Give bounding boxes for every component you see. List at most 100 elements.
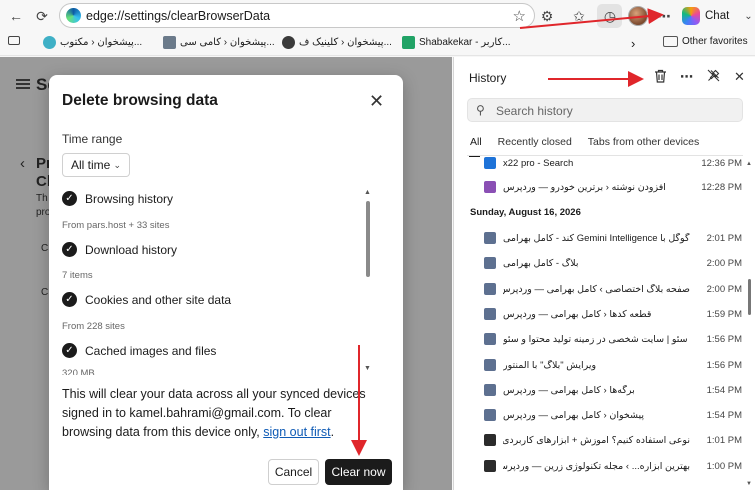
sign-out-link[interactable]: sign out first — [263, 425, 330, 439]
address-url[interactable]: edge://settings/clearBrowserData — [86, 9, 270, 23]
history-date-header: Sunday, August 16, 2026 — [470, 207, 581, 218]
sync-info-text: This will clear your data across all you… — [62, 385, 372, 442]
history-item-time: 2:00 PM — [706, 257, 742, 269]
history-clock-icon[interactable]: ◷ — [600, 6, 620, 26]
history-item[interactable]: x22 pro - Search 12:36 PM — [484, 155, 742, 171]
favorite-star-icon[interactable]: ☆ — [513, 7, 526, 25]
time-range-select[interactable]: All time ⌄ — [62, 153, 130, 177]
history-search-input[interactable]: ⚲ Search history — [467, 98, 743, 122]
tab-recently-closed[interactable]: Recently closed — [498, 136, 572, 148]
more-options-icon[interactable]: ⋯ — [680, 69, 693, 85]
favorite-item[interactable]: Shabakekar - کاربر... — [402, 36, 511, 49]
options-scrollbar[interactable]: ▲ ▼ — [364, 187, 372, 375]
favorites-bar-add-icon[interactable] — [8, 36, 20, 45]
delete-browsing-data-dialog: Delete browsing data ✕ Time range All ti… — [49, 75, 403, 490]
history-title: History — [469, 71, 507, 85]
scroll-up-arrow-icon[interactable]: ▲ — [364, 189, 371, 196]
history-item[interactable]: پیشخوان ‹ کامل بهرامی — وردپرس 1:54 PM — [484, 407, 742, 423]
extensions-icon[interactable]: ⚙ — [537, 6, 557, 26]
option-detail: From 228 sites — [62, 321, 125, 332]
checkbox-checked-icon[interactable]: ✓ — [62, 292, 77, 307]
option-detail: 320 MB — [62, 368, 95, 375]
close-icon[interactable]: ✕ — [369, 92, 384, 110]
address-bar[interactable]: edge://settings/clearBrowserData ☆ — [59, 3, 535, 28]
history-item-time: 1:59 PM — [706, 308, 742, 320]
scrollbar-thumb[interactable] — [366, 201, 370, 277]
more-menu-icon[interactable]: ⋯ — [654, 6, 674, 26]
scroll-up-arrow-icon[interactable]: ▲ — [746, 161, 752, 167]
option-detail: From pars.host + 33 sites — [62, 220, 170, 231]
option-label: Download history — [85, 242, 178, 257]
history-item[interactable]: نوعی استفاده کنیم؟ آموزش + ابزارهای کارب… — [484, 432, 742, 448]
scroll-down-arrow-icon[interactable]: ▼ — [364, 365, 371, 372]
refresh-icon[interactable]: ⟳ — [32, 6, 52, 26]
folder-icon — [663, 36, 678, 47]
history-item-time: 2:01 PM — [706, 232, 742, 244]
option-browsing-history[interactable]: ✓ Browsing history — [62, 191, 173, 206]
history-item-title: x22 pro - Search — [503, 157, 574, 169]
history-item[interactable]: بلاگ - کامل بهرامی 2:00 PM — [484, 255, 742, 271]
section-text: Th — [36, 193, 48, 204]
history-item[interactable]: گوگل با Gemini Intelligence کند - کامل ب… — [484, 230, 742, 246]
history-item[interactable]: بهترین ابزاره... › مجله تکنولوژی زرین — … — [484, 458, 742, 474]
search-placeholder: Search history — [496, 104, 573, 118]
history-item[interactable]: برگه‌ها ‹ کامل بهرامی — وردپرس 1:54 PM — [484, 382, 742, 398]
clear-now-button[interactable]: Clear now — [325, 459, 392, 485]
history-item[interactable]: سئو | سایت شخصی در زمینه تولید محتوا و س… — [484, 331, 742, 347]
checkbox-checked-icon[interactable]: ✓ — [62, 343, 77, 358]
history-item-time: 1:00 PM — [706, 460, 742, 472]
chevron-down-icon[interactable]: ⌄ — [744, 11, 752, 22]
unpin-icon[interactable] — [707, 69, 720, 85]
back-arrow-icon[interactable]: ← — [6, 6, 26, 26]
favorite-item[interactable]: پیشخوان ‹ کلینیک ف... — [282, 36, 392, 49]
site-favicon-icon — [43, 36, 56, 49]
setting-row: C — [41, 243, 49, 254]
option-label: Browsing history — [85, 191, 174, 206]
history-scrollbar[interactable]: ▲ ▼ — [746, 161, 753, 490]
history-item-title: صفحه بلاگ اختصاصی › کامل بهرامی — وردپرس — [503, 283, 690, 295]
profile-avatar[interactable] — [628, 6, 648, 26]
site-favicon-icon — [484, 359, 496, 371]
site-favicon-icon — [484, 283, 496, 295]
history-item[interactable]: صفحه بلاگ اختصاصی › کامل بهرامی — وردپرس… — [484, 281, 742, 297]
site-favicon-icon — [484, 409, 496, 421]
site-favicon-icon — [484, 384, 496, 396]
checkbox-checked-icon[interactable]: ✓ — [62, 242, 77, 257]
option-download-history[interactable]: ✓ Download history — [62, 242, 177, 257]
cancel-button[interactable]: Cancel — [268, 459, 319, 485]
site-favicon-icon — [484, 460, 496, 472]
history-item-title: ویرایش "بلاگ" با المنتور — [503, 359, 597, 371]
browser-toolbar: ← ⟳ edge://settings/clearBrowserData ☆ ⚙… — [0, 0, 755, 32]
close-icon[interactable]: ✕ — [734, 69, 745, 85]
favorite-item[interactable]: پیشخوان ‹ کامی سی... — [163, 36, 275, 49]
scroll-down-arrow-icon[interactable]: ▼ — [746, 481, 752, 487]
other-favorites[interactable]: Other favorites — [663, 36, 748, 47]
history-item[interactable]: افزودن نوشته ‹ برترین خودرو — وردپرس 12:2… — [484, 179, 742, 195]
back-chevron-icon[interactable]: ‹ — [20, 155, 25, 172]
history-item-time: 1:54 PM — [706, 409, 742, 421]
hamburger-menu-icon[interactable] — [16, 79, 30, 89]
checkbox-checked-icon[interactable]: ✓ — [62, 191, 77, 206]
favorite-label: پیشخوان ‹ مکتوب... — [60, 37, 143, 48]
favorites-icon[interactable]: ✩ — [569, 6, 589, 26]
option-cached-images[interactable]: ✓ Cached images and files — [62, 343, 216, 358]
history-item-time: 12:28 PM — [701, 181, 742, 193]
history-item-time: 12:36 PM — [701, 157, 742, 169]
history-item-title: برگه‌ها ‹ کامل بهرامی — وردپرس — [503, 384, 635, 396]
chevron-right-icon[interactable]: › — [631, 36, 635, 51]
history-item[interactable]: قطعه کدها ‹ کامل بهرامی — وردپرس 1:59 PM — [484, 306, 742, 322]
option-cookies[interactable]: ✓ Cookies and other site data — [62, 292, 231, 307]
option-label: Cached images and files — [85, 343, 217, 358]
favorite-label: پیشخوان ‹ کلینیک ف... — [299, 37, 392, 48]
delete-trash-icon[interactable] — [654, 69, 667, 86]
tab-all[interactable]: All — [469, 136, 482, 157]
tab-other-devices[interactable]: Tabs from other devices — [588, 136, 699, 148]
copilot-chat-button[interactable]: Chat ⌄ — [682, 5, 753, 27]
history-item[interactable]: ویرایش "بلاگ" با المنتور 1:56 PM — [484, 357, 742, 373]
history-item-title: افزودن نوشته ‹ برترین خودرو — وردپرس — [503, 181, 666, 193]
option-detail: 7 items — [62, 270, 93, 281]
history-item-time: 2:00 PM — [706, 283, 742, 295]
site-favicon-icon — [484, 181, 496, 193]
favorite-item[interactable]: پیشخوان ‹ مکتوب... — [43, 36, 142, 49]
scrollbar-thumb[interactable] — [748, 279, 751, 315]
